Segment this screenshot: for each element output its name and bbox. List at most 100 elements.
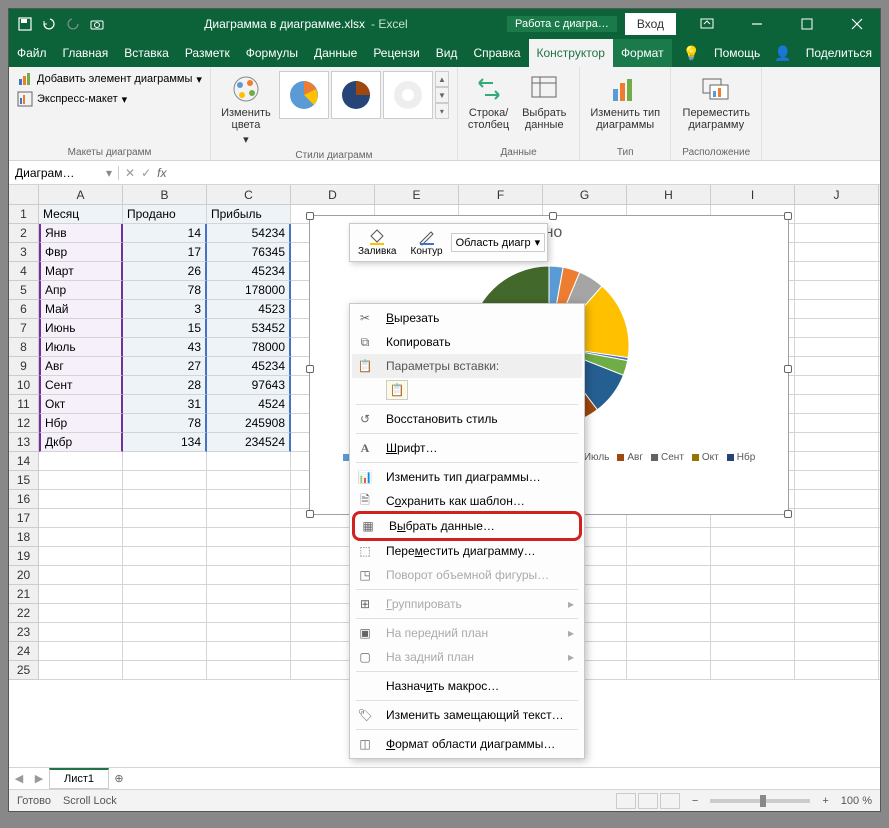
cell[interactable]: 28 <box>123 376 207 395</box>
cell[interactable]: 15 <box>123 319 207 338</box>
cell[interactable] <box>795 376 879 395</box>
cell[interactable] <box>795 414 879 433</box>
cell[interactable] <box>123 471 207 490</box>
cell[interactable]: Янв <box>39 224 123 243</box>
fill-button[interactable]: Заливка <box>352 226 403 259</box>
cell[interactable]: Июль <box>39 338 123 357</box>
cell[interactable] <box>879 300 880 319</box>
gallery-down-icon[interactable]: ▼ <box>435 87 449 103</box>
cm-move-chart[interactable]: ⬚Переместить диаграмму… <box>352 539 582 563</box>
cell[interactable] <box>795 490 879 509</box>
cell[interactable] <box>795 357 879 376</box>
cancel-icon[interactable]: ✕ <box>125 166 135 180</box>
cell[interactable] <box>207 585 291 604</box>
col-header[interactable]: A <box>39 185 123 205</box>
cell[interactable] <box>123 585 207 604</box>
zoom-level[interactable]: 100 % <box>841 795 872 807</box>
cell[interactable]: 234524 <box>207 433 291 452</box>
cm-macro[interactable]: Назначить макрос… <box>352 674 582 698</box>
confirm-icon[interactable]: ✓ <box>141 166 151 180</box>
outline-button[interactable]: Контур <box>405 226 449 259</box>
col-header[interactable]: E <box>375 185 459 205</box>
cm-alt-text[interactable]: 🏷Изменить замещающий текст… <box>352 703 582 727</box>
cell[interactable] <box>795 528 879 547</box>
cell[interactable] <box>711 528 795 547</box>
tab-file[interactable]: Файл <box>9 39 55 67</box>
cell[interactable] <box>879 452 880 471</box>
cell[interactable] <box>879 338 880 357</box>
cell[interactable] <box>795 547 879 566</box>
legend-item[interactable]: Сент <box>651 452 684 463</box>
row-header[interactable]: 18 <box>9 528 39 547</box>
cell[interactable] <box>879 319 880 338</box>
row-header[interactable]: 8 <box>9 338 39 357</box>
row-header[interactable]: 10 <box>9 376 39 395</box>
cell[interactable] <box>795 319 879 338</box>
cell[interactable] <box>795 642 879 661</box>
col-header[interactable]: G <box>543 185 627 205</box>
legend-item[interactable]: Нбр <box>727 452 756 463</box>
cm-change-type[interactable]: 📊Изменить тип диаграммы… <box>352 465 582 489</box>
cell[interactable] <box>711 585 795 604</box>
row-header[interactable]: 24 <box>9 642 39 661</box>
cell[interactable] <box>39 471 123 490</box>
cell[interactable] <box>207 452 291 471</box>
cell[interactable] <box>123 642 207 661</box>
tab-format[interactable]: Формат <box>613 39 672 67</box>
chart-styles-gallery[interactable]: ▲ ▼ ▾ <box>279 71 449 119</box>
row-header[interactable]: 9 <box>9 357 39 376</box>
cell[interactable]: 4524 <box>207 395 291 414</box>
tab-data[interactable]: Данные <box>306 39 365 67</box>
cell[interactable] <box>711 623 795 642</box>
sheet-tab-1[interactable]: Лист1 <box>49 768 109 789</box>
cm-cut[interactable]: ✂Вырезать <box>352 306 582 330</box>
fx-icon[interactable]: fx <box>157 166 166 180</box>
cell[interactable] <box>627 528 711 547</box>
row-header[interactable]: 2 <box>9 224 39 243</box>
row-header[interactable]: 14 <box>9 452 39 471</box>
add-chart-element-button[interactable]: Добавить элемент диаграммы ▾ <box>17 71 202 87</box>
cell[interactable] <box>795 281 879 300</box>
cell[interactable] <box>207 566 291 585</box>
cell[interactable] <box>39 528 123 547</box>
cell[interactable] <box>795 509 879 528</box>
tab-layout[interactable]: Разметк <box>177 39 238 67</box>
sheet-next-icon[interactable]: ▶ <box>29 772 49 785</box>
cell[interactable] <box>879 585 880 604</box>
cm-format-area[interactable]: ◫Формат области диаграммы… <box>352 732 582 756</box>
cell[interactable] <box>207 661 291 680</box>
cell[interactable] <box>879 243 880 262</box>
cell[interactable] <box>207 547 291 566</box>
cm-reset-style[interactable]: ↺Восстановить стиль <box>352 407 582 431</box>
legend-item[interactable]: Авг <box>617 452 643 463</box>
cell[interactable] <box>123 490 207 509</box>
col-header[interactable]: F <box>459 185 543 205</box>
cell[interactable]: Дкбр <box>39 433 123 452</box>
cell[interactable] <box>207 509 291 528</box>
zoom-in-icon[interactable]: + <box>822 795 828 807</box>
row-header[interactable]: 17 <box>9 509 39 528</box>
ribbon-options-icon[interactable] <box>684 9 730 39</box>
cell[interactable] <box>795 566 879 585</box>
share-icon[interactable]: 👤 <box>768 39 797 67</box>
tab-share[interactable]: Поделиться <box>798 39 880 67</box>
row-header[interactable]: 1 <box>9 205 39 224</box>
view-normal-icon[interactable] <box>616 793 636 809</box>
cell[interactable] <box>39 642 123 661</box>
cell[interactable]: 53452 <box>207 319 291 338</box>
cell[interactable] <box>207 528 291 547</box>
cell[interactable]: Апр <box>39 281 123 300</box>
cell[interactable] <box>879 471 880 490</box>
row-header[interactable]: 25 <box>9 661 39 680</box>
view-layout-icon[interactable] <box>638 793 658 809</box>
view-break-icon[interactable] <box>660 793 680 809</box>
cell[interactable] <box>879 528 880 547</box>
cell[interactable] <box>879 642 880 661</box>
cell[interactable] <box>123 623 207 642</box>
cell[interactable] <box>795 395 879 414</box>
cell[interactable]: Окт <box>39 395 123 414</box>
cell[interactable] <box>123 509 207 528</box>
row-header[interactable]: 5 <box>9 281 39 300</box>
cell[interactable] <box>795 262 879 281</box>
cell[interactable] <box>879 224 880 243</box>
